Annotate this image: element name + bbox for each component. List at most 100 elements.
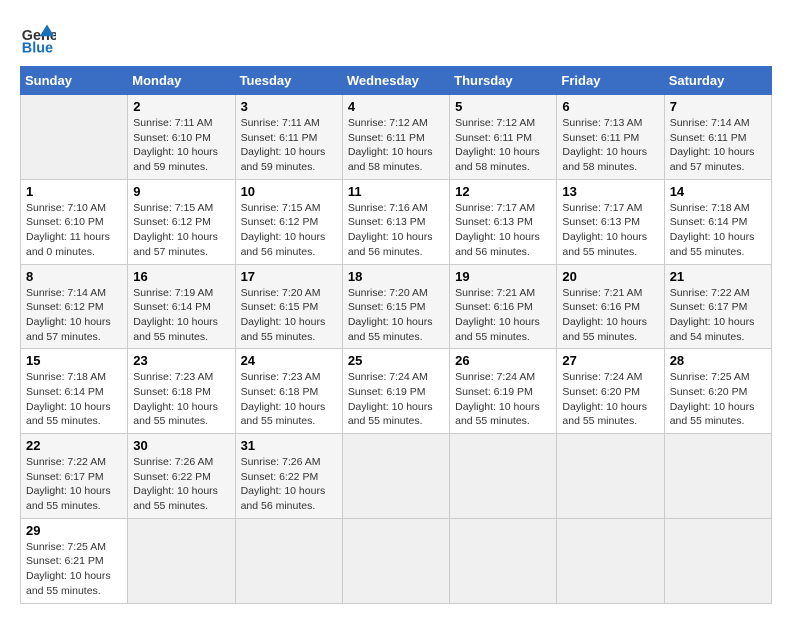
calendar-cell: 17 Sunrise: 7:20 AM Sunset: 6:15 PM Dayli… (235, 264, 342, 349)
day-number: 14 (670, 184, 766, 199)
calendar-cell: 3Sunrise: 7:11 AM Sunset: 6:11 PM Daylig… (235, 95, 342, 180)
day-number: 1 (26, 184, 122, 199)
day-info: Sunrise: 7:15 AM Sunset: 6:12 PM Dayligh… (133, 201, 229, 260)
day-header-sunday: Sunday (21, 67, 128, 95)
day-info: Sunrise: 7:16 AM Sunset: 6:13 PM Dayligh… (348, 201, 444, 260)
calendar-cell: 6Sunrise: 7:13 AM Sunset: 6:11 PM Daylig… (557, 95, 664, 180)
calendar-cell (235, 518, 342, 603)
calendar-cell: 31 Sunrise: 7:26 AM Sunset: 6:22 PM Dayli… (235, 434, 342, 519)
day-info: Sunrise: 7:11 AM Sunset: 6:10 PM Dayligh… (133, 116, 229, 175)
day-number: 5 (455, 99, 551, 114)
day-number: 23 (133, 353, 229, 368)
calendar-week-1: 1 Sunrise: 7:10 AM Sunset: 6:10 PM Daylig… (21, 179, 772, 264)
calendar-cell (557, 434, 664, 519)
day-info: Sunrise: 7:25 AM Sunset: 6:21 PM Dayligh… (26, 540, 122, 599)
day-number: 27 (562, 353, 658, 368)
day-info: Sunrise: 7:24 AM Sunset: 6:20 PM Dayligh… (562, 370, 658, 429)
calendar-cell: 7 Sunrise: 7:14 AM Sunset: 6:11 PM Daylig… (664, 95, 771, 180)
day-info: Sunrise: 7:17 AM Sunset: 6:13 PM Dayligh… (455, 201, 551, 260)
calendar-cell: 25 Sunrise: 7:24 AM Sunset: 6:19 PM Dayli… (342, 349, 449, 434)
day-number: 21 (670, 269, 766, 284)
day-number: 4 (348, 99, 444, 114)
day-info: Sunrise: 7:21 AM Sunset: 6:16 PM Dayligh… (562, 286, 658, 345)
day-number: 6 (562, 99, 658, 114)
day-header-wednesday: Wednesday (342, 67, 449, 95)
day-number: 28 (670, 353, 766, 368)
calendar-cell (128, 518, 235, 603)
day-info: Sunrise: 7:26 AM Sunset: 6:22 PM Dayligh… (133, 455, 229, 514)
calendar-cell: 5 Sunrise: 7:12 AM Sunset: 6:11 PM Daylig… (450, 95, 557, 180)
day-number: 3 (241, 99, 337, 114)
day-number: 26 (455, 353, 551, 368)
logo: General Blue (20, 20, 56, 56)
calendar-cell: 18 Sunrise: 7:20 AM Sunset: 6:15 PM Dayli… (342, 264, 449, 349)
calendar-cell: 14Sunrise: 7:18 AM Sunset: 6:14 PM Dayli… (664, 179, 771, 264)
page-header: General Blue (20, 20, 772, 56)
day-info: Sunrise: 7:20 AM Sunset: 6:15 PM Dayligh… (348, 286, 444, 345)
calendar-cell: 12 Sunrise: 7:17 AM Sunset: 6:13 PM Dayli… (450, 179, 557, 264)
calendar-cell: 9Sunrise: 7:15 AM Sunset: 6:12 PM Daylig… (128, 179, 235, 264)
calendar-week-5: 29Sunrise: 7:25 AM Sunset: 6:21 PM Dayli… (21, 518, 772, 603)
svg-text:Blue: Blue (22, 40, 53, 56)
day-number: 7 (670, 99, 766, 114)
calendar-cell: 10 Sunrise: 7:15 AM Sunset: 6:12 PM Dayli… (235, 179, 342, 264)
day-info: Sunrise: 7:22 AM Sunset: 6:17 PM Dayligh… (670, 286, 766, 345)
day-info: Sunrise: 7:23 AM Sunset: 6:18 PM Dayligh… (241, 370, 337, 429)
day-number: 15 (26, 353, 122, 368)
calendar-week-2: 8 Sunrise: 7:14 AM Sunset: 6:12 PM Daylig… (21, 264, 772, 349)
calendar-header: SundayMondayTuesdayWednesdayThursdayFrid… (21, 67, 772, 95)
day-number: 25 (348, 353, 444, 368)
day-number: 17 (241, 269, 337, 284)
day-info: Sunrise: 7:10 AM Sunset: 6:10 PM Dayligh… (26, 201, 122, 260)
day-number: 10 (241, 184, 337, 199)
day-info: Sunrise: 7:24 AM Sunset: 6:19 PM Dayligh… (348, 370, 444, 429)
calendar-cell (664, 434, 771, 519)
calendar-cell (450, 434, 557, 519)
calendar-cell: 20 Sunrise: 7:21 AM Sunset: 6:16 PM Dayli… (557, 264, 664, 349)
day-info: Sunrise: 7:24 AM Sunset: 6:19 PM Dayligh… (455, 370, 551, 429)
day-header-tuesday: Tuesday (235, 67, 342, 95)
day-info: Sunrise: 7:17 AM Sunset: 6:13 PM Dayligh… (562, 201, 658, 260)
calendar-cell: 24Sunrise: 7:23 AM Sunset: 6:18 PM Dayli… (235, 349, 342, 434)
calendar-cell (342, 434, 449, 519)
day-number: 11 (348, 184, 444, 199)
day-info: Sunrise: 7:14 AM Sunset: 6:12 PM Dayligh… (26, 286, 122, 345)
day-number: 12 (455, 184, 551, 199)
calendar-cell: 16Sunrise: 7:19 AM Sunset: 6:14 PM Dayli… (128, 264, 235, 349)
day-number: 30 (133, 438, 229, 453)
day-header-thursday: Thursday (450, 67, 557, 95)
day-info: Sunrise: 7:14 AM Sunset: 6:11 PM Dayligh… (670, 116, 766, 175)
calendar-cell: 21 Sunrise: 7:22 AM Sunset: 6:17 PM Dayli… (664, 264, 771, 349)
day-info: Sunrise: 7:12 AM Sunset: 6:11 PM Dayligh… (455, 116, 551, 175)
calendar-cell: 22Sunrise: 7:22 AM Sunset: 6:17 PM Dayli… (21, 434, 128, 519)
day-number: 8 (26, 269, 122, 284)
day-number: 22 (26, 438, 122, 453)
day-number: 19 (455, 269, 551, 284)
calendar-week-0: 2 Sunrise: 7:11 AM Sunset: 6:10 PM Daylig… (21, 95, 772, 180)
calendar-cell: 11 Sunrise: 7:16 AM Sunset: 6:13 PM Dayli… (342, 179, 449, 264)
day-number: 18 (348, 269, 444, 284)
day-info: Sunrise: 7:20 AM Sunset: 6:15 PM Dayligh… (241, 286, 337, 345)
calendar-cell: 30 Sunrise: 7:26 AM Sunset: 6:22 PM Dayli… (128, 434, 235, 519)
day-info: Sunrise: 7:15 AM Sunset: 6:12 PM Dayligh… (241, 201, 337, 260)
day-info: Sunrise: 7:19 AM Sunset: 6:14 PM Dayligh… (133, 286, 229, 345)
calendar-cell: 27 Sunrise: 7:24 AM Sunset: 6:20 PM Dayli… (557, 349, 664, 434)
calendar-cell (664, 518, 771, 603)
calendar-cell: 4Sunrise: 7:12 AM Sunset: 6:11 PM Daylig… (342, 95, 449, 180)
calendar-cell: 8 Sunrise: 7:14 AM Sunset: 6:12 PM Daylig… (21, 264, 128, 349)
calendar-cell: 28 Sunrise: 7:25 AM Sunset: 6:20 PM Dayli… (664, 349, 771, 434)
day-header-saturday: Saturday (664, 67, 771, 95)
calendar-cell: 1 Sunrise: 7:10 AM Sunset: 6:10 PM Daylig… (21, 179, 128, 264)
day-number: 20 (562, 269, 658, 284)
day-header-monday: Monday (128, 67, 235, 95)
day-info: Sunrise: 7:25 AM Sunset: 6:20 PM Dayligh… (670, 370, 766, 429)
calendar-cell (450, 518, 557, 603)
day-number: 31 (241, 438, 337, 453)
calendar-cell: 19Sunrise: 7:21 AM Sunset: 6:16 PM Dayli… (450, 264, 557, 349)
day-info: Sunrise: 7:26 AM Sunset: 6:22 PM Dayligh… (241, 455, 337, 514)
calendar-table: SundayMondayTuesdayWednesdayThursdayFrid… (20, 66, 772, 604)
day-number: 2 (133, 99, 229, 114)
calendar-cell: 29Sunrise: 7:25 AM Sunset: 6:21 PM Dayli… (21, 518, 128, 603)
day-header-friday: Friday (557, 67, 664, 95)
calendar-cell: 26 Sunrise: 7:24 AM Sunset: 6:19 PM Dayli… (450, 349, 557, 434)
